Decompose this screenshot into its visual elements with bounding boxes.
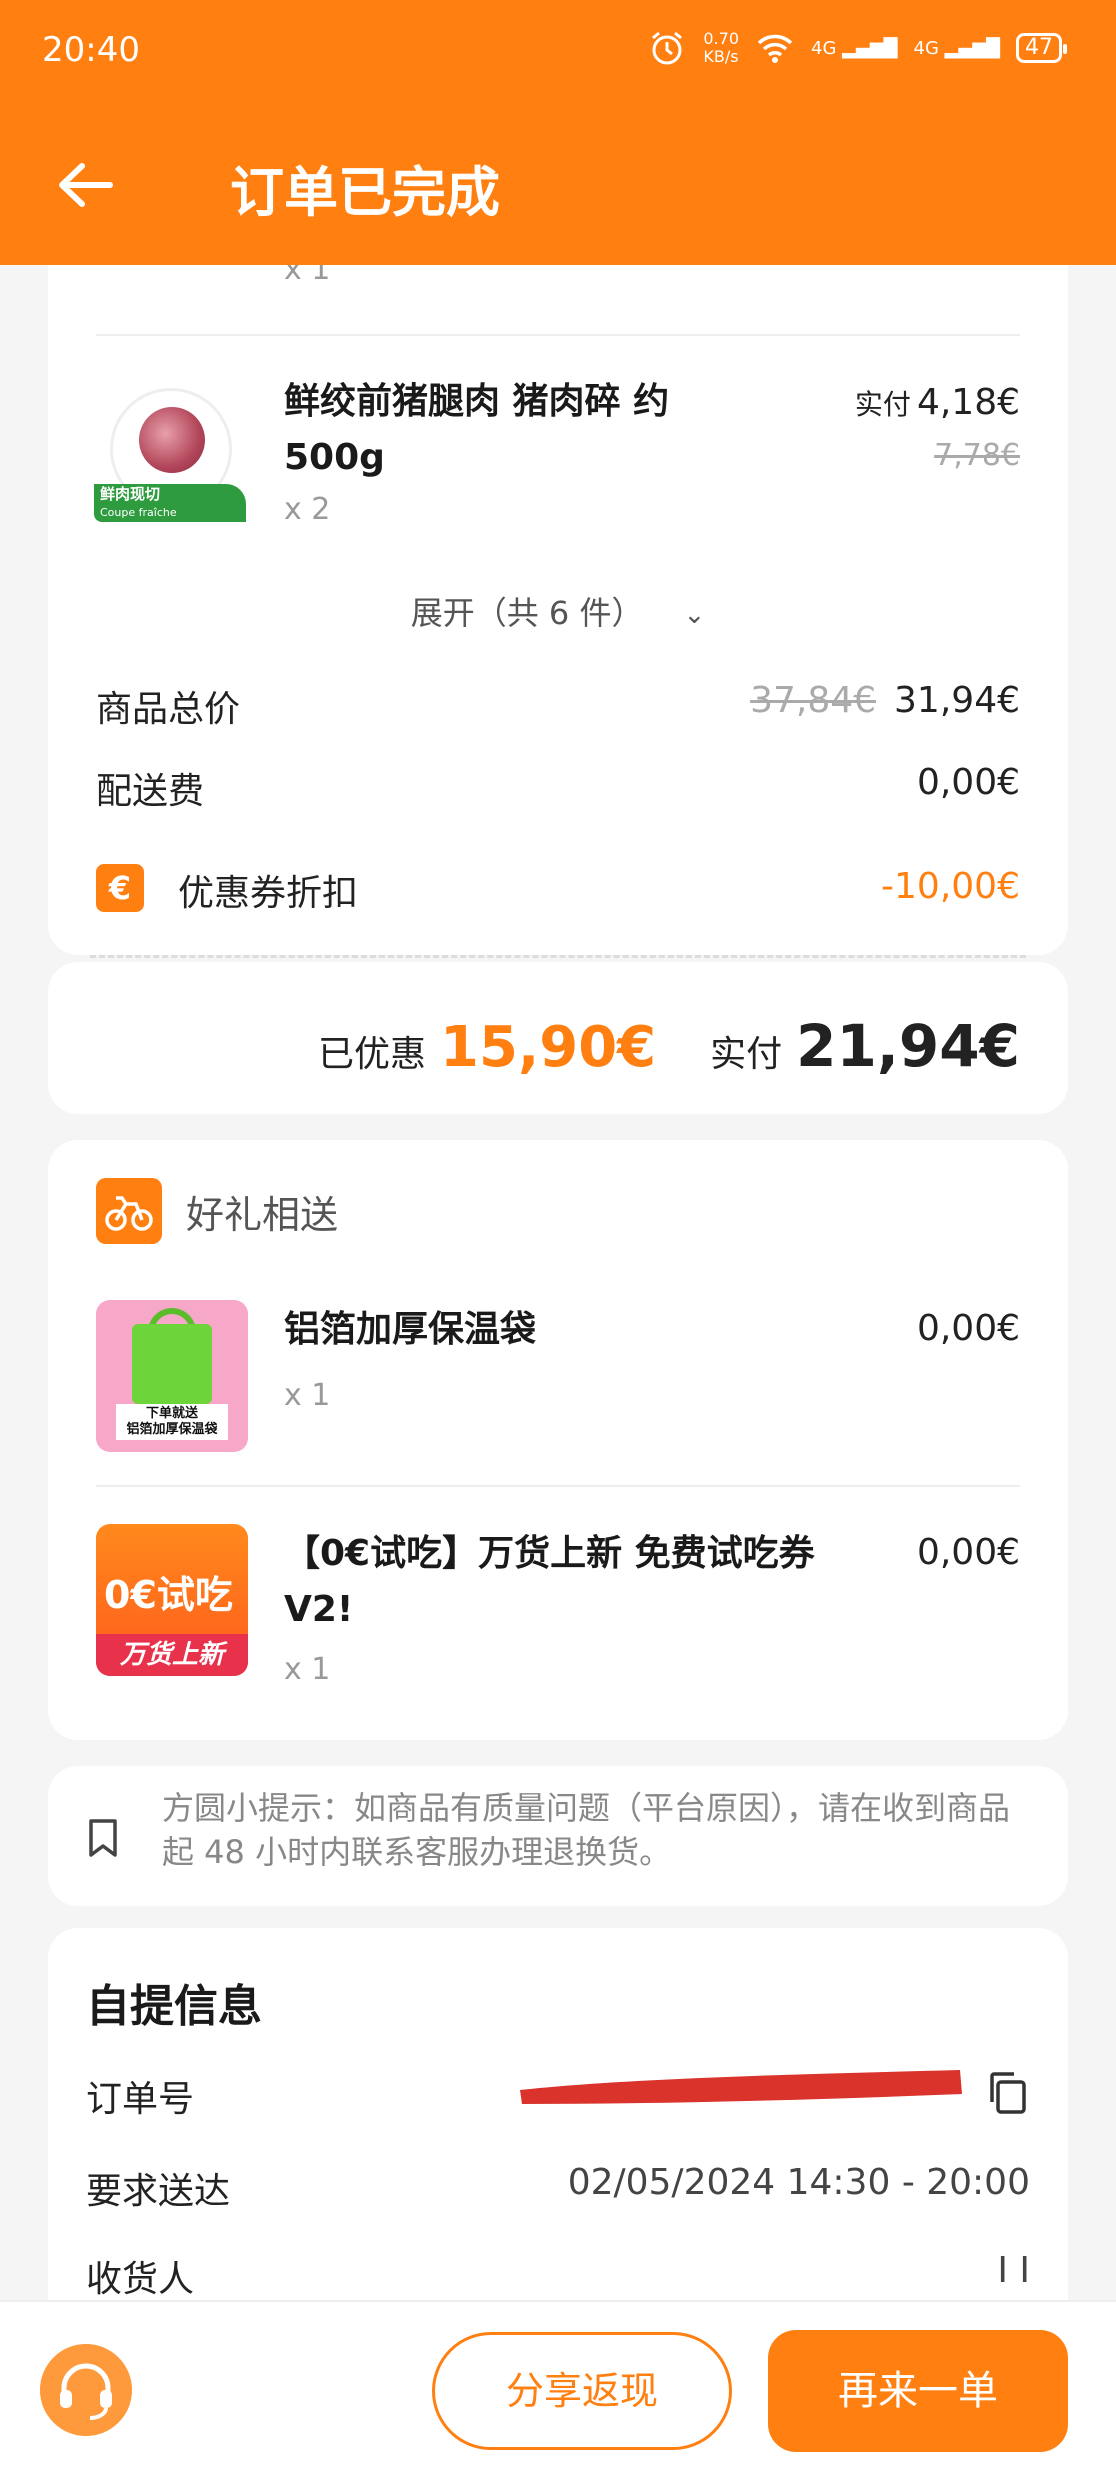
- share-cashback-button[interactable]: 分享返现: [432, 2332, 732, 2450]
- customer-service-icon[interactable]: [40, 2344, 132, 2436]
- gift-image-trial: 0€试吃 万货上新: [96, 1524, 248, 1676]
- bag-caption-2: 铝箔加厚保温袋: [126, 1422, 218, 1437]
- goods-total-value: 31,94€: [894, 680, 1020, 721]
- trial-thumb-ribbon: 万货上新: [96, 1634, 248, 1676]
- expand-items-button[interactable]: 展开（共 6 件） ⌄: [48, 588, 1068, 634]
- app-header: 20:40 0.70 KB/s 4G ▂▄▆█ 4G ▂▄▆█ 47 订单已完成: [0, 0, 1116, 265]
- paid-value: 4,18€: [916, 382, 1020, 423]
- signal-label-1: 4G: [811, 37, 837, 59]
- gift-image-bag: 下单就送 铝箔加厚保温袋: [96, 1300, 248, 1452]
- gift-price: 0,00€: [916, 1308, 1020, 1349]
- product-qty: x 2: [284, 492, 331, 527]
- bag-caption-1: 下单就送: [145, 1406, 198, 1421]
- delivery-fee-label: 配送费: [96, 771, 205, 812]
- tip-text: 方圆小提示：如商品有质量问题（平台原因），请在收到商品起 48 小时内联系客服办…: [162, 1789, 1011, 1871]
- gift-qty: x 1: [284, 1652, 331, 1687]
- delivery-fee-row: 配送费 0,00€: [96, 762, 1020, 814]
- reorder-button[interactable]: 再来一单: [768, 2330, 1068, 2452]
- status-time: 20:40: [42, 30, 140, 70]
- euro-coupon-icon: €: [96, 864, 144, 912]
- order-number-row: 订单号: [86, 2070, 1030, 2122]
- saved-label: 已优惠: [318, 1034, 427, 1075]
- bottom-action-bar: 分享返现 再来一单: [0, 2300, 1116, 2480]
- gifts-title: 好礼相送: [186, 1193, 339, 1237]
- battery-indicator: 47: [1016, 33, 1067, 63]
- gift-name: 【0€试吃】万货上新 免费试吃券V2!: [284, 1533, 815, 1630]
- page-title: 订单已完成: [230, 161, 500, 224]
- trial-thumb-text: 0€试吃: [104, 1573, 233, 1617]
- divider: [96, 334, 1020, 336]
- net-speed: 0.70 KB/s: [703, 30, 739, 66]
- order-number-label: 订单号: [86, 2079, 195, 2120]
- net-speed-unit: KB/s: [703, 47, 739, 66]
- totals-card: 已优惠 15,90€ 实付 21,94€: [48, 962, 1068, 1114]
- deliver-time-value: 02/05/2024 14:30 - 20:00: [567, 2162, 1030, 2203]
- copy-icon[interactable]: [986, 2070, 1030, 2116]
- product-row[interactable]: 鲜肉现切 Coupe fraîche 鲜绞前猪腿肉 猪肉碎 约500g x 2 实…: [48, 360, 1068, 560]
- product-name: 鲜绞前猪腿肉 猪肉碎 约500g: [284, 381, 670, 478]
- product-original-price: 7,78€: [934, 438, 1020, 473]
- receiver-row: 收货人 I I: [86, 2250, 1030, 2302]
- totals-row: 已优惠 15,90€ 实付 21,94€: [318, 1012, 1020, 1080]
- fresh-cut-badge-label: 鲜肉现切: [100, 485, 161, 503]
- paid-label: 实付: [854, 388, 911, 421]
- gift-price: 0,00€: [916, 1532, 1020, 1573]
- saved-value: 15,90€: [440, 1015, 657, 1080]
- signal-label-2: 4G: [913, 37, 939, 59]
- fresh-cut-badge: 鲜肉现切 Coupe fraîche: [94, 484, 246, 522]
- order-items-card: x 1 鲜肉现切 Coupe fraîche 鲜绞前猪腿肉 猪肉碎 约500g x…: [48, 200, 1068, 955]
- net-speed-value: 0.70: [703, 29, 739, 48]
- signal-icon: 4G ▂▄▆█: [811, 37, 898, 59]
- dashed-divider: [90, 955, 1026, 958]
- receiver-value: I I: [997, 2250, 1030, 2291]
- delivery-bike-icon: [96, 1178, 162, 1244]
- deliver-time-row: 要求送达 02/05/2024 14:30 - 20:00: [86, 2162, 1030, 2214]
- gift-name: 铝箔加厚保温袋: [284, 1309, 537, 1350]
- goods-total-label: 商品总价: [96, 689, 241, 730]
- gifts-card: 好礼相送 下单就送 铝箔加厚保温袋 铝箔加厚保温袋 x 1 0,00€ 0€试吃 …: [48, 1140, 1068, 1740]
- redacted-order-number: [520, 2070, 962, 2104]
- gift-item[interactable]: 0€试吃 万货上新 【0€试吃】万货上新 免费试吃券V2! x 1 0,00€: [48, 1524, 1068, 1724]
- gift-qty: x 1: [284, 1378, 331, 1413]
- goods-total-original: 37,84€: [750, 680, 877, 721]
- expand-label: 展开（共 6 件）: [410, 594, 644, 632]
- tip-card: 方圆小提示：如商品有质量问题（平台原因），请在收到商品起 48 小时内联系客服办…: [48, 1766, 1068, 1906]
- fresh-cut-badge-sublabel: Coupe fraîche: [100, 506, 177, 519]
- paid-total-value: 21,94€: [796, 1012, 1020, 1080]
- back-arrow-icon[interactable]: [50, 150, 120, 220]
- pickup-info-card: 自提信息 订单号 要求送达 02/05/2024 14:30 - 20:00 收…: [48, 1928, 1068, 2348]
- coupon-label: 优惠券折扣: [178, 873, 359, 914]
- divider: [96, 1485, 1020, 1487]
- delivery-fee-value: 0,00€: [916, 762, 1020, 803]
- gift-item[interactable]: 下单就送 铝箔加厚保温袋 铝箔加厚保温袋 x 1 0,00€: [48, 1300, 1068, 1460]
- bookmark-icon: [89, 1819, 117, 1857]
- status-icons: 0.70 KB/s 4G ▂▄▆█ 4G ▂▄▆█ 47: [647, 28, 1067, 68]
- product-paid-price: 实付 4,18€: [855, 382, 1020, 423]
- goods-total-row: 商品总价 37,84€ 31,94€: [96, 680, 1020, 732]
- alarm-icon: [652, 31, 683, 65]
- pickup-title: 自提信息: [86, 1981, 262, 2032]
- paid-total-label: 实付: [710, 1034, 783, 1075]
- chevron-down-icon: ⌄: [683, 600, 706, 630]
- deliver-time-label: 要求送达: [86, 2171, 231, 2212]
- coupon-value: -10,00€: [881, 866, 1020, 907]
- wifi-icon: [757, 34, 793, 63]
- signal-icon-2: 4G ▂▄▆█: [913, 37, 1001, 59]
- status-bar: 20:40 0.70 KB/s 4G ▂▄▆█ 4G ▂▄▆█ 47: [0, 0, 1116, 100]
- receiver-label: 收货人: [86, 2259, 195, 2300]
